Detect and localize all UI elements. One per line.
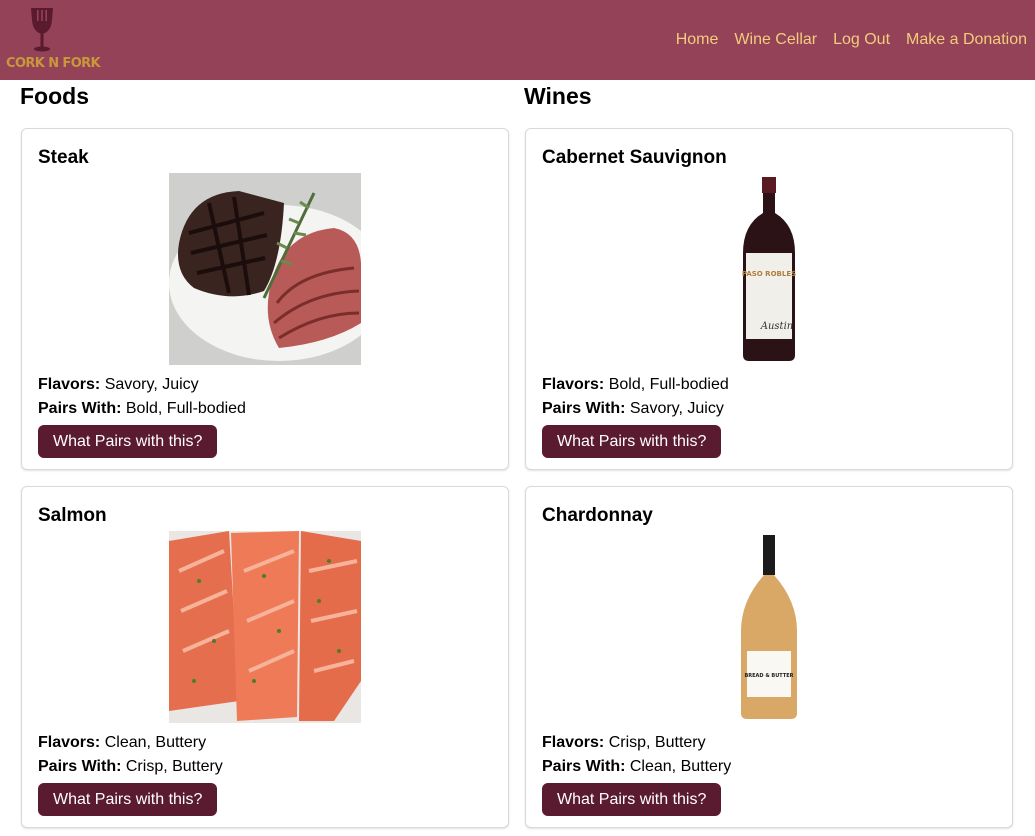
flavors-line: Flavors: Clean, Buttery <box>38 734 207 751</box>
salmon-image <box>169 531 361 723</box>
wine-glass-fork-icon <box>31 8 53 52</box>
wine-label-script: Austin <box>760 321 793 332</box>
card-title: Steak <box>38 147 89 168</box>
what-pairs-button[interactable]: What Pairs with this? <box>38 783 218 816</box>
nav-home[interactable]: Home <box>676 31 719 49</box>
flavors-line: Flavors: Savory, Juicy <box>38 376 199 393</box>
foods-heading: Foods <box>20 83 89 109</box>
what-pairs-button[interactable]: What Pairs with this? <box>38 425 218 458</box>
pairs-line: Pairs With: Savory, Juicy <box>542 400 724 417</box>
navbar: CORK N FORK Home Wine Cellar Log Out Mak… <box>0 0 1035 80</box>
food-card-salmon: Salmon Flavors: Clean, Buttery Pairs Wit… <box>21 486 509 828</box>
wines-column: Wines Cabernet Sauvignon PASO ROBLES Aus… <box>524 82 1013 828</box>
pairs-line: Pairs With: Crisp, Buttery <box>38 758 223 775</box>
what-pairs-button[interactable]: What Pairs with this? <box>542 425 722 458</box>
foods-column: Foods Steak Flavors: Savory, Juicy Pairs… <box>20 82 509 828</box>
nav-log-out[interactable]: Log Out <box>833 31 890 49</box>
wine-label-text: PASO ROBLES <box>742 270 796 278</box>
pairs-line: Pairs With: Clean, Buttery <box>542 758 732 775</box>
brand-logo[interactable]: CORK N FORK <box>4 6 101 74</box>
cabernet-bottle-image: PASO ROBLES Austin <box>673 173 865 365</box>
what-pairs-button[interactable]: What Pairs with this? <box>542 783 722 816</box>
wine-card-chardonnay: Chardonnay BREAD & BUTTER Flavors: Crisp… <box>525 486 1013 828</box>
food-card-steak: Steak Flavors: Savory, Juicy Pairs With:… <box>21 128 509 470</box>
flavors-line: Flavors: Crisp, Buttery <box>542 734 706 751</box>
pairs-line: Pairs With: Bold, Full-bodied <box>38 400 246 417</box>
nav-wine-cellar[interactable]: Wine Cellar <box>734 31 817 49</box>
wine-label-text: BREAD & BUTTER <box>744 673 793 679</box>
logo-text: CORK N FORK <box>6 56 101 71</box>
card-title: Salmon <box>38 505 107 526</box>
wine-card-cabernet-sauvignon: Cabernet Sauvignon PASO ROBLES Austin Fl… <box>525 128 1013 470</box>
steak-image <box>169 173 361 365</box>
card-title: Chardonnay <box>542 505 653 526</box>
wines-heading: Wines <box>524 83 592 109</box>
nav-links: Home Wine Cellar Log Out Make a Donation <box>676 31 1027 49</box>
flavors-line: Flavors: Bold, Full-bodied <box>542 376 729 393</box>
card-title: Cabernet Sauvignon <box>542 147 727 168</box>
nav-make-a-donation[interactable]: Make a Donation <box>906 31 1027 49</box>
chardonnay-bottle-image: BREAD & BUTTER <box>673 531 865 723</box>
